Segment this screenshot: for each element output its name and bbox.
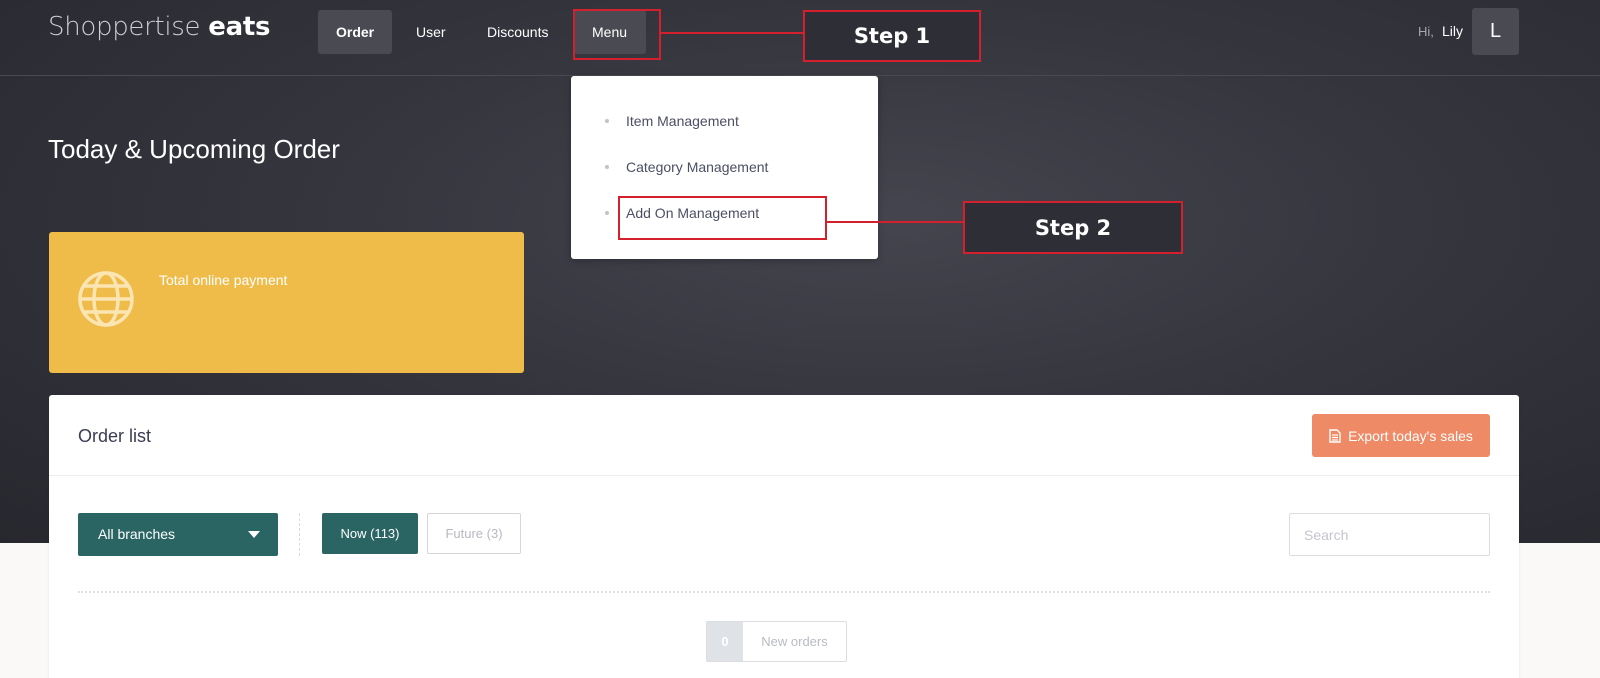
user-name[interactable]: Lily bbox=[1442, 23, 1463, 39]
export-sales-button[interactable]: Export today's sales bbox=[1312, 414, 1490, 457]
total-online-payment-card: Total online payment bbox=[49, 232, 524, 373]
new-orders-label: New orders bbox=[761, 634, 828, 649]
brand-logo[interactable]: Shoppertise eats bbox=[48, 12, 270, 48]
nav-order[interactable]: Order bbox=[318, 10, 393, 54]
caret-down-icon bbox=[248, 531, 260, 538]
nav-discounts[interactable]: Discounts bbox=[469, 10, 566, 54]
tab-now[interactable]: Now (113) bbox=[322, 513, 418, 554]
bullet-icon bbox=[605, 211, 609, 215]
step1-connector-line bbox=[661, 32, 804, 34]
new-orders-count: 0 bbox=[707, 622, 743, 661]
greeting-text: Hi, bbox=[1418, 24, 1434, 39]
brand-name-light: Shoppertise bbox=[48, 12, 201, 42]
tab-future[interactable]: Future (3) bbox=[427, 513, 521, 554]
dotted-divider bbox=[78, 591, 1490, 593]
panel-header: Order list Export today's sales bbox=[49, 395, 1519, 476]
document-icon bbox=[1329, 428, 1341, 443]
step2-highlight-box bbox=[618, 196, 827, 240]
menu-item-category-management[interactable]: Category Management bbox=[626, 159, 768, 175]
avatar[interactable]: L bbox=[1472, 8, 1519, 55]
filter-divider bbox=[299, 513, 300, 556]
nav-user[interactable]: User bbox=[398, 10, 464, 54]
stat-label: Total online payment bbox=[159, 272, 288, 288]
search-input[interactable] bbox=[1289, 513, 1490, 556]
page-title: Today & Upcoming Order bbox=[48, 134, 340, 164]
bullet-icon bbox=[605, 165, 609, 169]
branch-select-value: All branches bbox=[98, 526, 176, 542]
order-list-panel: Order list Export today's sales All bran… bbox=[49, 395, 1519, 678]
step2-label: Step 2 bbox=[963, 201, 1183, 254]
top-navbar: Shoppertise eats Order User Discounts Me… bbox=[0, 0, 1600, 76]
step1-label: Step 1 bbox=[803, 10, 981, 62]
export-sales-label: Export today's sales bbox=[1348, 427, 1473, 444]
step1-highlight-box bbox=[573, 9, 661, 60]
menu-item-item-management[interactable]: Item Management bbox=[626, 113, 739, 129]
new-orders-badge: 0 New orders bbox=[706, 621, 847, 662]
order-list-title: Order list bbox=[78, 426, 152, 446]
brand-name-bold: eats bbox=[208, 12, 271, 42]
bullet-icon bbox=[605, 119, 609, 123]
globe-icon bbox=[78, 271, 134, 327]
step2-connector-line bbox=[827, 221, 964, 223]
branch-select[interactable]: All branches bbox=[78, 513, 278, 556]
